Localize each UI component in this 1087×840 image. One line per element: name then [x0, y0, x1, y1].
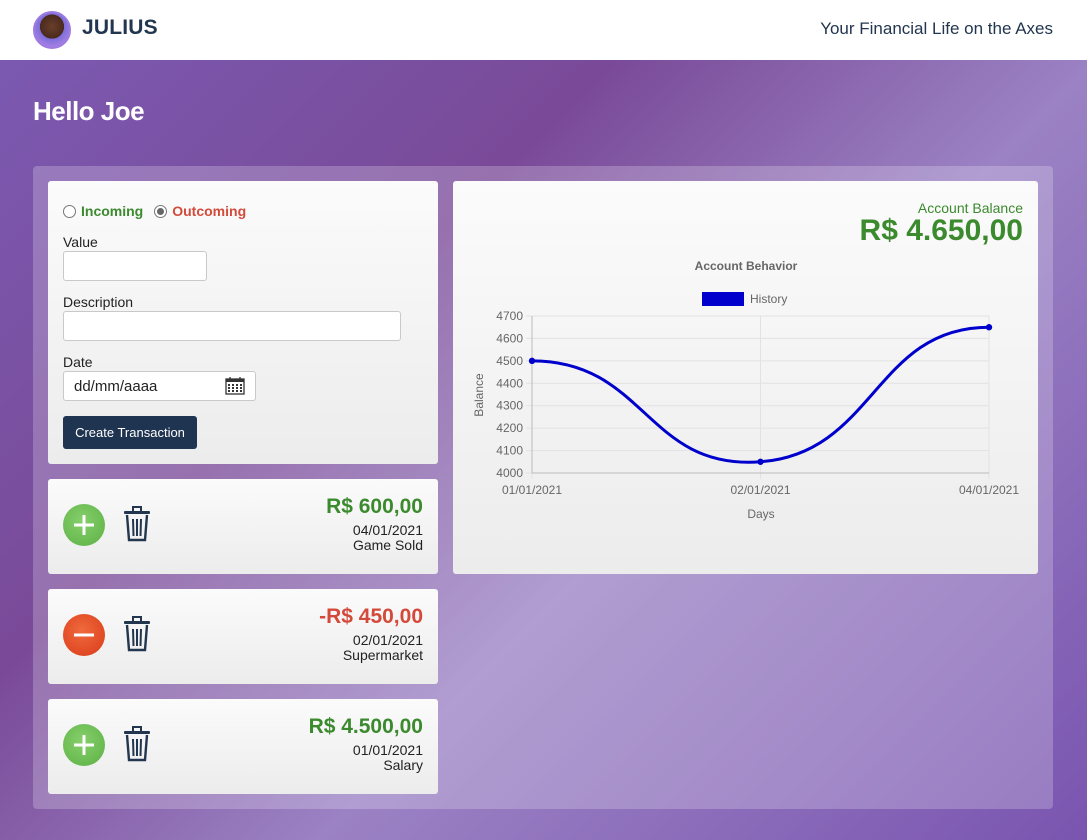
transaction-date: 04/01/2021 [352, 522, 423, 538]
type-radio-group: Incoming Outcoming [63, 203, 246, 219]
y-tick-label: 4300 [496, 399, 523, 413]
transaction-description: Supermarket [342, 647, 423, 663]
x-axis-label: Days [747, 507, 774, 521]
y-tick-label: 4500 [496, 354, 523, 368]
create-transaction-button[interactable]: Create Transaction [63, 416, 197, 449]
y-tick-label: 4700 [496, 309, 523, 323]
outcoming-label[interactable]: Outcoming [172, 203, 246, 219]
plus-icon [63, 724, 105, 766]
description-label: Description [63, 294, 134, 310]
greeting: Hello Joe [33, 96, 145, 126]
legend-swatch [702, 292, 744, 306]
transaction-amount: -R$ 450,00 [319, 605, 423, 628]
transaction-amount: R$ 4.500,00 [308, 715, 423, 738]
tagline: Your Financial Life on the Axes [820, 19, 1053, 38]
data-point [985, 324, 993, 331]
x-tick-label: 04/01/2021 [959, 483, 1019, 497]
avatar [33, 11, 71, 49]
calendar-icon[interactable] [225, 377, 245, 395]
value-input[interactable] [63, 251, 207, 281]
plus-icon [63, 504, 105, 546]
transaction-card: -R$ 450,00 02/01/2021 Supermarket [48, 589, 438, 684]
y-tick-label: 4400 [496, 376, 523, 390]
balance-line-chart: Account Behavior History 4000 4100 4200 4300 4… [472, 259, 1019, 521]
y-tick-label: 4600 [496, 331, 523, 345]
brand-name: JULIUS [82, 16, 158, 39]
top-navbar: JULIUS Your Financial Life on the Axes [0, 0, 1087, 60]
trash-icon[interactable] [123, 506, 151, 542]
date-placeholder: dd/mm/aaaa [74, 377, 158, 395]
legend-label: History [750, 292, 787, 306]
y-tick-label: 4000 [496, 466, 523, 480]
transaction-form: Incoming Outcoming Value Description Dat… [48, 181, 438, 464]
transaction-card: R$ 4.500,00 01/01/2021 Salary [48, 699, 438, 794]
trash-icon[interactable] [123, 726, 151, 762]
date-label: Date [63, 354, 93, 370]
transaction-description: Game Sold [352, 537, 423, 553]
value-label: Value [63, 234, 98, 250]
outcoming-radio[interactable] [154, 204, 168, 218]
transaction-date: 01/01/2021 [352, 742, 423, 758]
chart-title: Account Behavior [695, 259, 798, 273]
transaction-amount: R$ 600,00 [326, 495, 423, 518]
y-tick-label: 4100 [496, 444, 523, 458]
balance-chart-card: Account Balance R$ 4.650,00 Account Beha… [453, 181, 1038, 574]
incoming-radio[interactable] [63, 204, 76, 218]
minus-icon [63, 614, 105, 656]
incoming-label[interactable]: Incoming [81, 203, 143, 219]
data-point [757, 458, 764, 465]
trash-icon[interactable] [123, 616, 151, 652]
x-tick-label: 01/01/2021 [502, 483, 562, 497]
data-point [528, 357, 536, 365]
transaction-card: R$ 600,00 04/01/2021 Game Sold [48, 479, 438, 574]
transaction-date: 02/01/2021 [352, 632, 423, 648]
date-input[interactable]: dd/mm/aaaa [63, 371, 256, 401]
description-input[interactable] [63, 311, 401, 341]
y-axis-label: Balance [472, 373, 486, 417]
y-tick-label: 4200 [496, 421, 523, 435]
transaction-description: Salary [383, 757, 423, 773]
x-tick-label: 02/01/2021 [730, 483, 790, 497]
